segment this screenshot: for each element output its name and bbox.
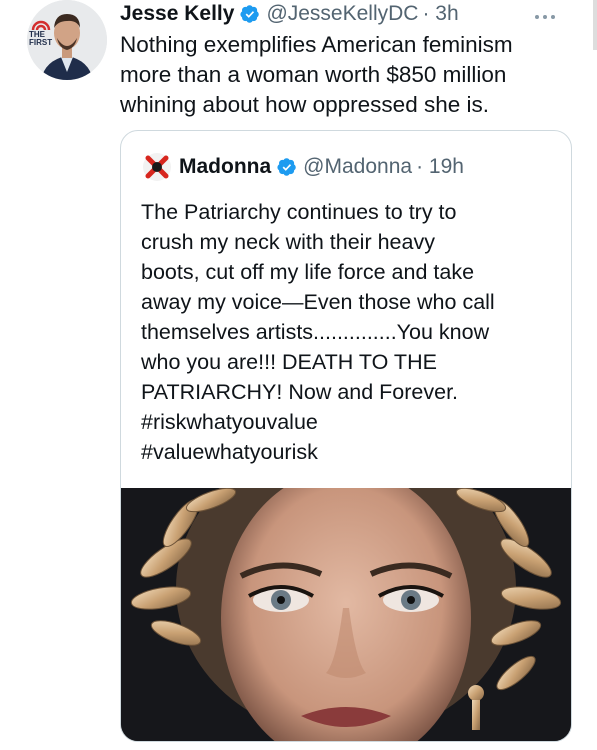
tweet-time[interactable]: · 3h [422,2,458,26]
hashtag-link[interactable]: #valuewhatyourisk [141,437,556,467]
quoted-tweet-time[interactable]: · 19h [416,155,464,179]
tweet[interactable]: THE FIRST Jesse Kelly @JesseKellyDC · 3h… [0,0,597,750]
tweet-header: Jesse Kelly @JesseKellyDC · 3h [120,0,459,28]
quoted-text-line: away my voice—Even those who call [141,290,495,314]
hashtag-link[interactable]: #riskwhatyouvalue [141,407,556,437]
quoted-text-line: themselves artists..............You know [141,320,490,344]
quoted-author-name[interactable]: Madonna [179,155,271,179]
quoted-verified-badge-icon [277,158,296,176]
author-avatar[interactable]: THE FIRST [27,0,107,80]
tweet-text: Nothing exemplifies American feminism mo… [120,32,513,117]
scrollbar[interactable] [593,0,597,50]
quoted-tweet[interactable]: Madonna @Madonna · 19h The Patriarchy co… [120,130,572,742]
author-handle[interactable]: @JesseKellyDC [266,2,418,26]
author-name[interactable]: Jesse Kelly [120,2,234,26]
quoted-tweet-text: The Patriarchy continues to try to crush… [141,197,556,467]
quoted-text-line: boots, cut off my life force and take [141,260,475,284]
quoted-text-line: The Patriarchy continues to try to [141,200,457,224]
quoted-text-line: PATRIARCHY! Now and Forever. [141,380,459,404]
quoted-tweet-image[interactable] [121,488,571,741]
quoted-text-line: who you are!!! DEATH TO THE [141,350,437,374]
quoted-author-avatar[interactable] [143,153,171,181]
verified-badge-icon [240,5,260,23]
avatar-badge-text: THE FIRST [29,30,53,47]
more-options-icon[interactable] [535,6,567,22]
quoted-tweet-header: Madonna @Madonna · 19h [143,153,464,181]
quoted-text-line: crush my neck with their heavy [141,230,435,254]
quoted-author-handle[interactable]: @Madonna [303,155,412,179]
